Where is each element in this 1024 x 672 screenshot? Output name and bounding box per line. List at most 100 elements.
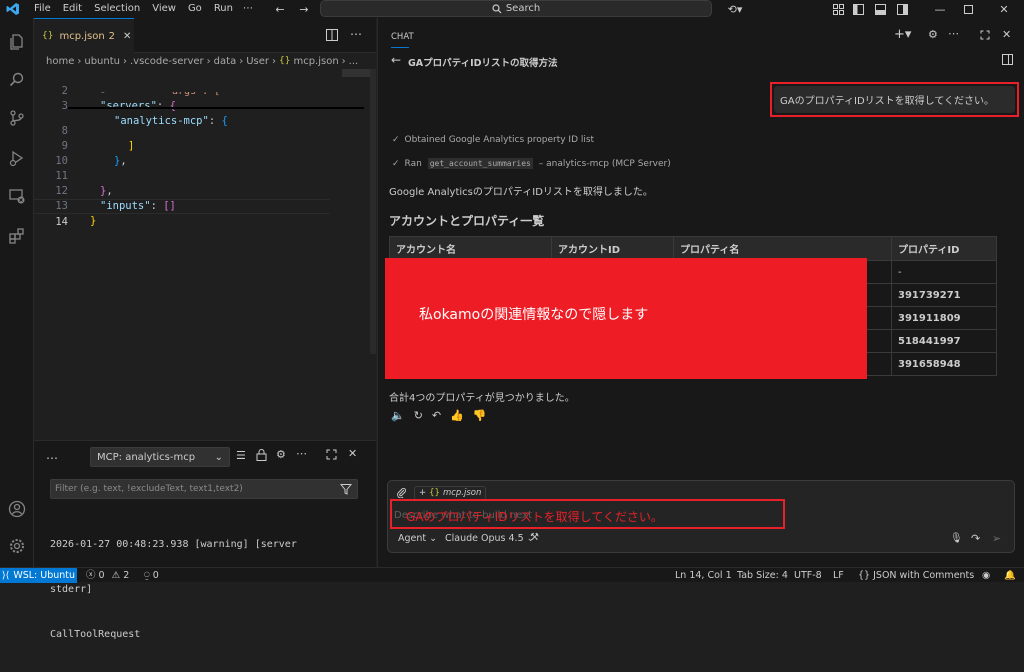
copilot-icon[interactable]: ⟲▾ — [722, 1, 748, 17]
sticky-scroll-fragment: 6 "args": [ — [68, 92, 394, 99]
menu-file[interactable]: File — [28, 0, 57, 18]
toggle-sessions-icon[interactable] — [1002, 54, 1013, 65]
tab-label: mcp.json — [59, 30, 105, 42]
manage-gear-icon[interactable] — [5, 534, 29, 558]
run-debug-icon[interactable] — [5, 146, 29, 170]
maximize-icon[interactable] — [960, 1, 976, 17]
activity-bar — [0, 18, 34, 567]
output-filter-input[interactable]: Filter (e.g. text, !excludeText, text1,t… — [50, 479, 358, 499]
ports-indicator[interactable]: ⍜ 0 — [144, 568, 159, 583]
minimap[interactable] — [342, 69, 370, 77]
end-of-line[interactable]: LF — [833, 568, 844, 583]
thumbs-up-icon[interactable]: 👍 — [450, 409, 464, 422]
new-chat-icon[interactable]: +▾ — [894, 27, 911, 42]
retry-icon[interactable]: ↻ — [414, 409, 423, 422]
code-line: 2 "servers": { — [61, 85, 176, 112]
source-control-icon[interactable] — [5, 106, 29, 130]
vscode-logo-icon — [4, 0, 22, 18]
breadcrumb-item[interactable]: mcp.json — [293, 56, 338, 67]
breadcrumb-item[interactable]: .vscode-server — [130, 56, 204, 67]
editor-scrollbar[interactable] — [370, 69, 376, 354]
chat-input-text[interactable]: GAのプロパティIDリストを取得してください。 — [406, 508, 663, 525]
notifications-bell-icon[interactable]: 🔔 — [1004, 568, 1016, 583]
tool-name-chip: get_account_summaries — [427, 158, 533, 169]
close-chat-icon[interactable]: ✕ — [1002, 28, 1011, 41]
toggle-panel-icon[interactable] — [872, 1, 888, 17]
explorer-icon[interactable] — [5, 30, 29, 54]
menu-go[interactable]: Go — [182, 0, 208, 18]
split-editor-icon[interactable] — [326, 29, 338, 41]
delegate-arrow-icon[interactable]: ↷ — [971, 532, 980, 545]
toggle-sidebar-icon[interactable] — [850, 1, 866, 17]
send-icon[interactable]: ➢ — [992, 532, 1001, 545]
remote-explorer-icon[interactable] — [5, 184, 29, 208]
menu-run[interactable]: Run — [208, 0, 239, 18]
maximize-panel-icon[interactable] — [326, 449, 337, 460]
breadcrumb-item[interactable]: ... — [349, 56, 359, 67]
chevron-down-icon: ⌄ — [426, 533, 438, 544]
minimize-icon[interactable]: — — [932, 1, 948, 17]
panel-more-icon[interactable]: ⋯ — [46, 451, 58, 465]
filter-list-icon[interactable]: ☰ — [236, 449, 246, 462]
forward-arrow-icon[interactable]: → — [296, 1, 312, 17]
accounts-icon[interactable] — [5, 497, 29, 521]
layout-toggle-icon[interactable] — [830, 1, 846, 17]
tab-size[interactable]: Tab Size: 4 — [737, 568, 788, 583]
chat-panel: CHAT +▾ ⚙ ⋯ ✕ ← GAプロパティIDリストの取得方法 GAのプロパ… — [377, 18, 1024, 567]
tools-icon[interactable]: ⚒ — [530, 532, 539, 543]
property-id-cell: 391911809 — [891, 306, 997, 330]
filter-funnel-icon[interactable] — [340, 483, 352, 495]
mode-picker[interactable]: Agent ⌄ — [398, 533, 437, 544]
chat-more-icon[interactable]: ⋯ — [948, 27, 959, 40]
redaction-note: 私okamoの関連情報なので隠します — [419, 306, 649, 323]
menu-edit[interactable]: Edit — [57, 0, 88, 18]
copilot-status-icon[interactable]: ◉ — [982, 568, 990, 583]
toggle-secondary-sidebar-icon[interactable] — [894, 1, 910, 17]
menu-selection[interactable]: Selection — [88, 0, 146, 18]
encoding[interactable]: UTF-8 — [794, 568, 822, 583]
close-panel-icon[interactable]: ✕ — [348, 447, 357, 460]
microphone-icon[interactable]: 🎙 — [950, 533, 963, 544]
user-message: GAのプロパティIDリストを取得してください。 — [774, 86, 1015, 113]
tab-close-icon[interactable]: ✕ — [123, 31, 131, 42]
tab-mcp-json[interactable]: {} mcp.json 2 ✕ — [34, 18, 134, 53]
output-channel-select[interactable]: MCP: analytics-mcp ⌄ — [90, 447, 230, 467]
maximize-chat-icon[interactable] — [980, 30, 990, 40]
json-file-icon: {} — [279, 56, 291, 66]
language-mode[interactable]: {} JSON with Comments — [858, 568, 974, 583]
breadcrumb-item[interactable]: User — [246, 56, 269, 67]
more-menu-icon[interactable]: ⋯ — [239, 0, 257, 18]
extensions-icon[interactable] — [5, 224, 29, 248]
undo-icon[interactable]: ↶ — [432, 409, 441, 422]
read-aloud-icon[interactable]: 🔈 — [391, 409, 405, 422]
search-view-icon[interactable] — [5, 68, 29, 92]
menu-view[interactable]: View — [146, 0, 182, 18]
output-panel: ⋯ MCP: analytics-mcp ⌄ ☰ ⚙ ⋯ ✕ Filter (e… — [34, 440, 376, 640]
cursor-position[interactable]: Ln 14, Col 1 — [675, 568, 732, 583]
editor-more-actions-icon[interactable]: ⋯ — [350, 27, 362, 41]
breadcrumb-item[interactable]: home — [46, 56, 74, 67]
search-box[interactable]: Search — [320, 0, 712, 17]
chat-settings-gear-icon[interactable]: ⚙ — [928, 28, 938, 41]
breadcrumb-item[interactable]: data — [214, 56, 237, 67]
settings-gear-icon[interactable]: ⚙ — [276, 448, 286, 461]
attach-paperclip-icon[interactable] — [397, 488, 407, 498]
lock-icon[interactable] — [256, 449, 267, 461]
remote-indicator[interactable]: ⟩⟨ WSL: Ubuntu — [0, 568, 77, 583]
table-header: アカウント名 — [389, 236, 552, 261]
back-arrow-icon[interactable]: ← — [391, 53, 401, 67]
code-line: 9 }, — [61, 140, 127, 167]
more-actions-icon[interactable]: ⋯ — [296, 447, 307, 460]
output-line: 2026-01-27 00:48:23.938 [warning] [serve… — [50, 539, 297, 550]
thumbs-down-icon[interactable]: 👎 — [473, 409, 487, 422]
model-picker[interactable]: Claude Opus 4.5 ⌄ — [445, 533, 535, 544]
chat-title: GAプロパティIDリストの取得方法 — [408, 58, 558, 69]
close-window-icon[interactable]: ✕ — [996, 1, 1012, 17]
attached-file-chip[interactable]: + {} mcp.json — [414, 486, 487, 500]
response-actions: 🔈 ↻ ↶ 👍 👎 — [391, 409, 487, 422]
code-line: 12 "inputs": [] — [55, 185, 176, 212]
back-arrow-icon[interactable]: ← — [272, 1, 288, 17]
problems-indicator[interactable]: ⓧ 0 ⚠ 2 — [86, 568, 129, 583]
remote-icon: ⟩⟨ — [1, 570, 10, 581]
breadcrumb-item[interactable]: ubuntu — [84, 56, 120, 67]
